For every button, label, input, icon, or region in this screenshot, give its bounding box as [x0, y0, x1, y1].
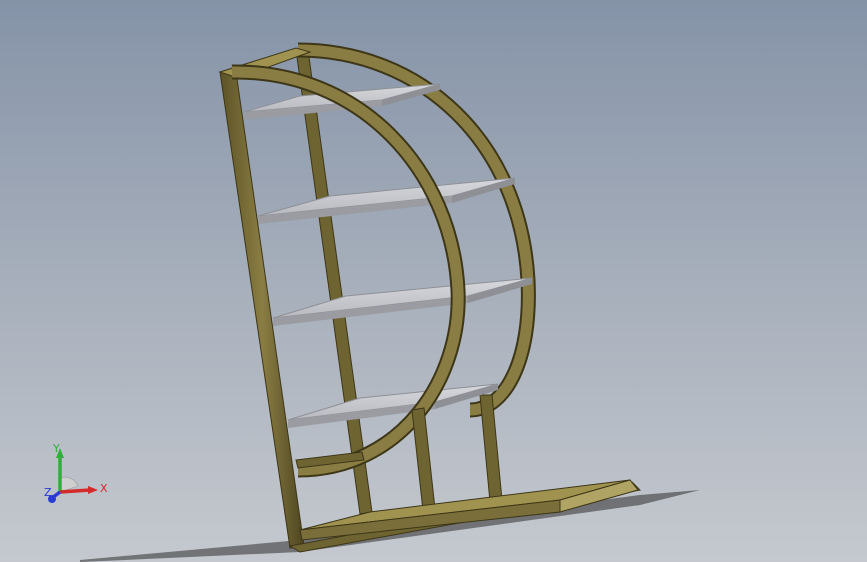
shelf-4 [287, 383, 499, 428]
axis-x-label: X [100, 482, 108, 495]
graphics-viewport[interactable]: X Y Z [0, 0, 867, 562]
front-left-post [219, 71, 305, 549]
front-middle-post [411, 407, 437, 521]
shelf-2 [257, 177, 516, 224]
axis-z-label: Z [44, 486, 52, 499]
triad-icon [48, 448, 98, 503]
back-left-post [295, 49, 373, 515]
shelf-3 [272, 277, 533, 326]
rear-right-post [479, 394, 503, 503]
axis-y-label: Y [53, 442, 60, 455]
orientation-triad[interactable]: X Y Z [40, 440, 115, 510]
shelf-model[interactable] [0, 0, 867, 562]
